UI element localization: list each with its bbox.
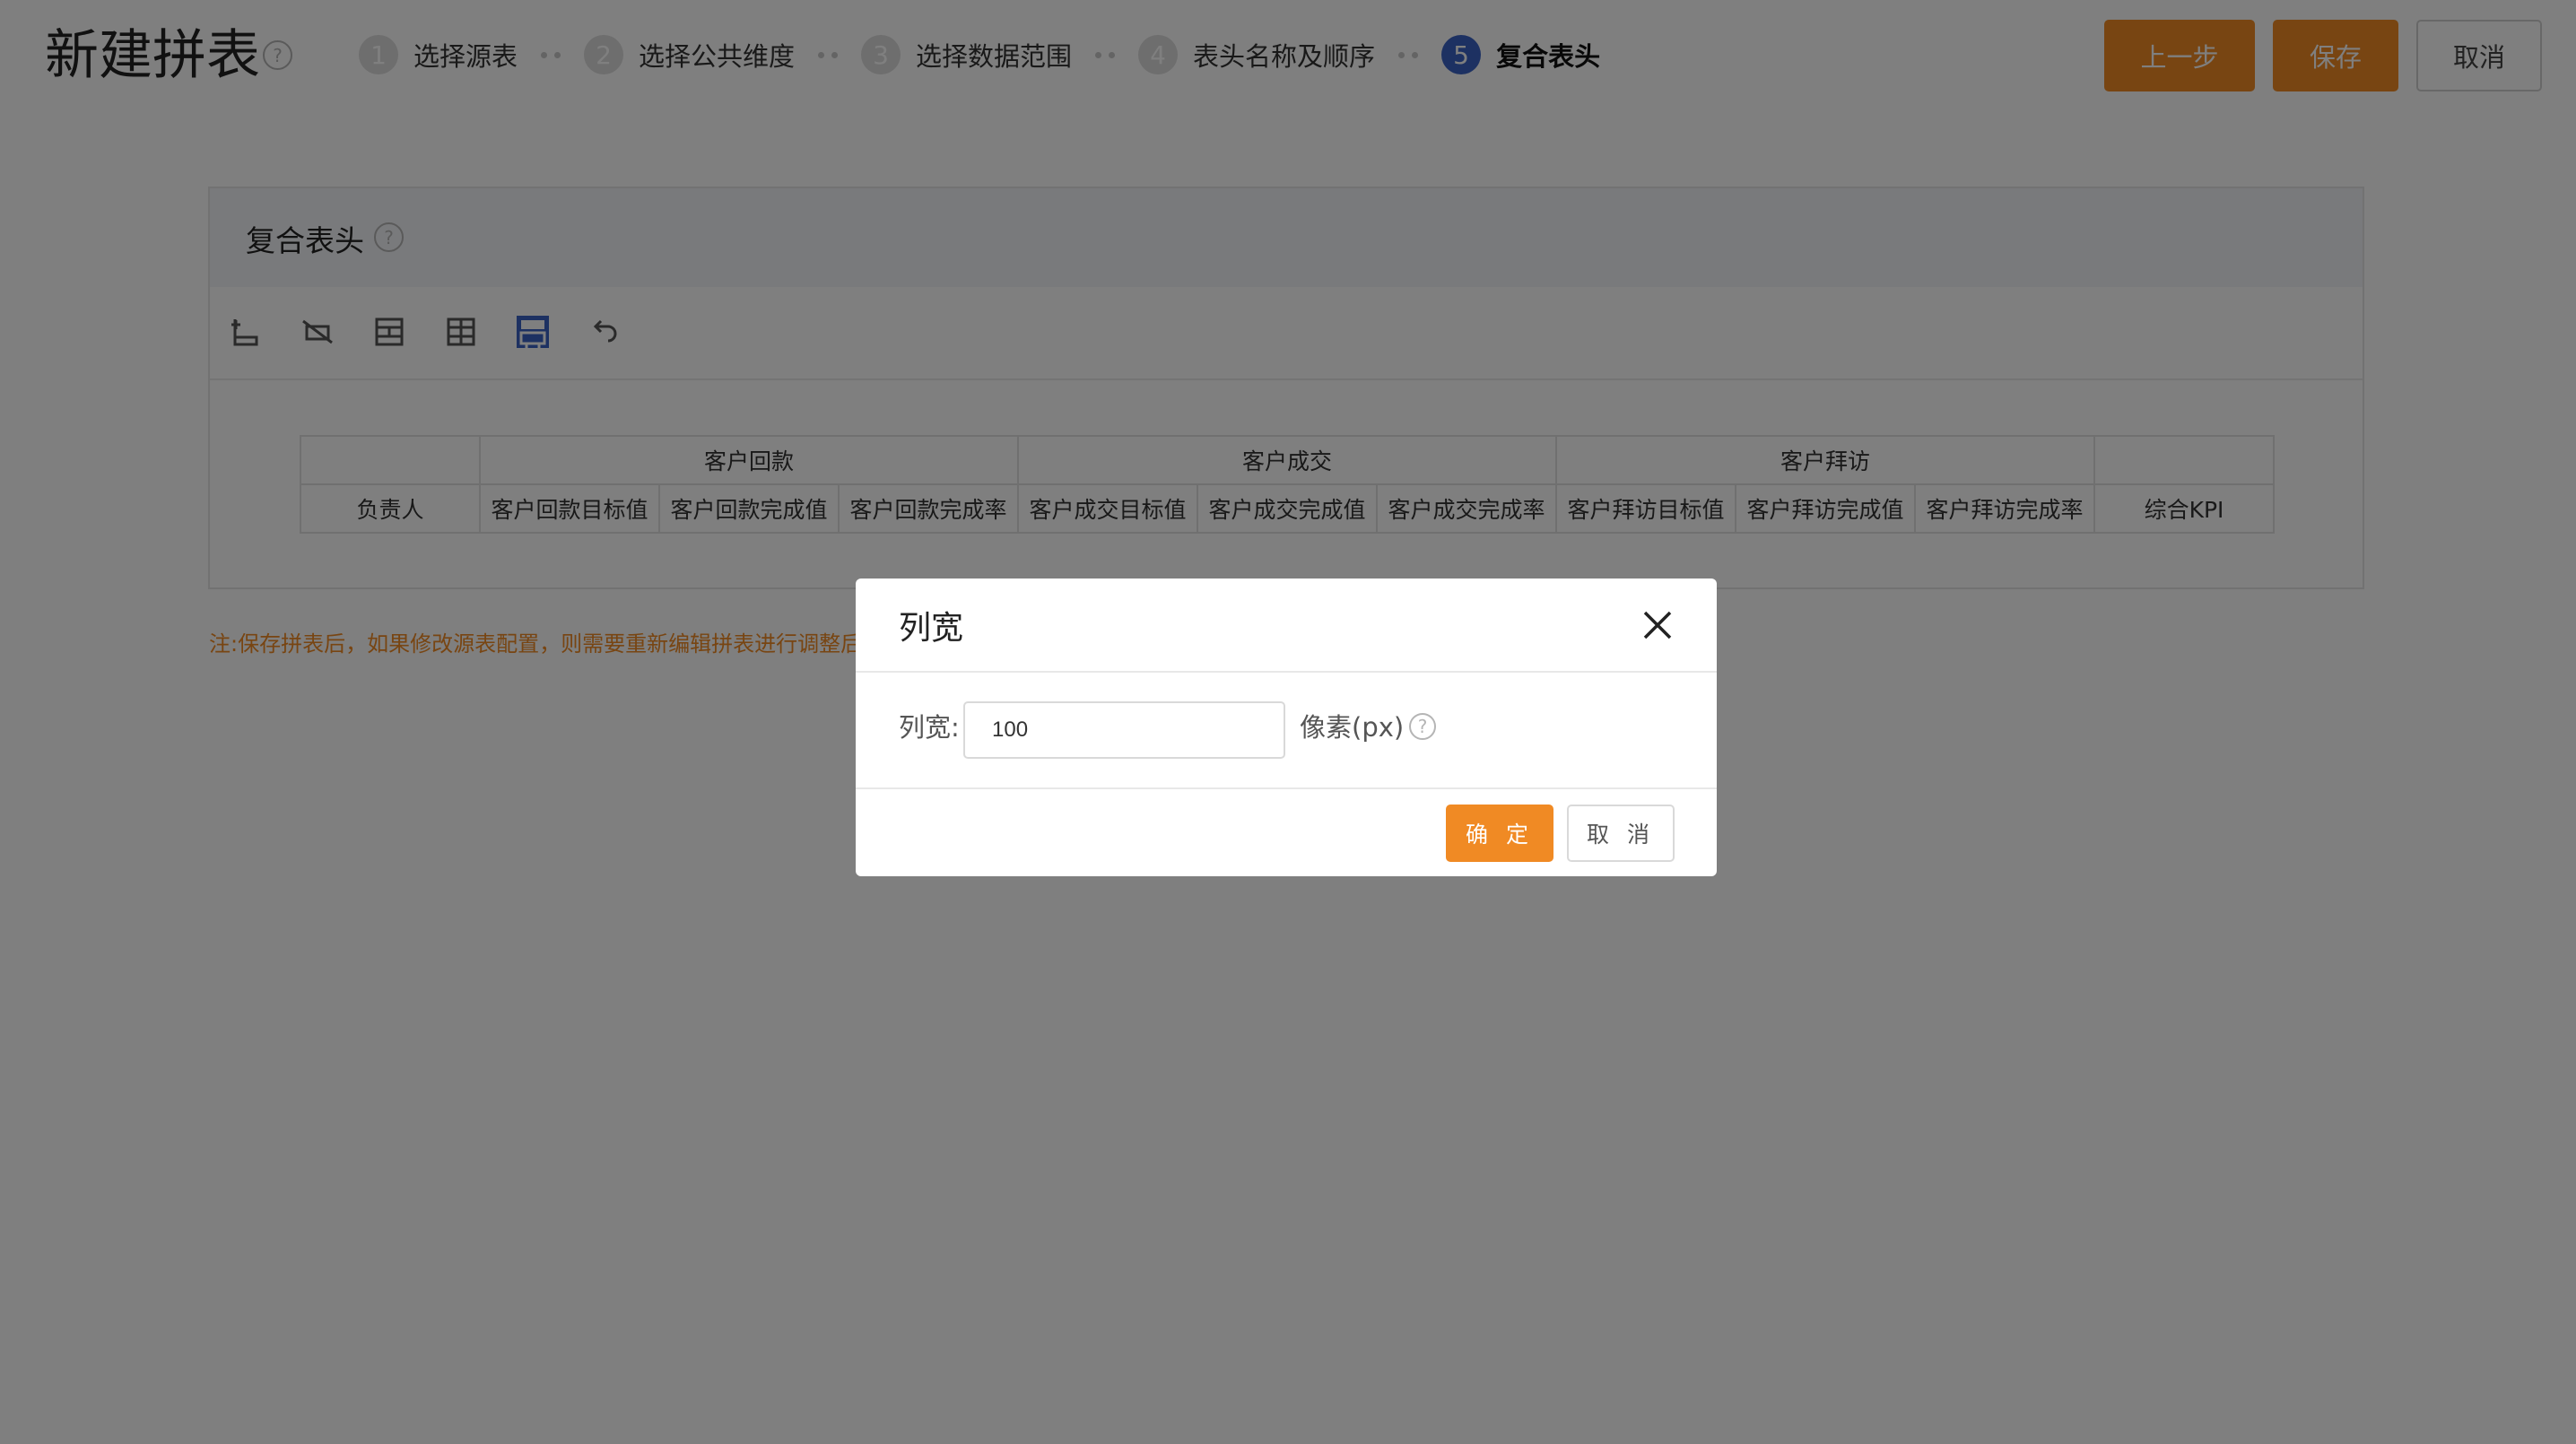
dialog-body: 列宽: 像素(px) ? <box>856 673 1717 789</box>
dialog-header: 列宽 <box>856 578 1717 673</box>
column-width-label: 列宽: <box>899 712 960 743</box>
close-icon[interactable] <box>1638 605 1677 645</box>
column-width-dialog: 列宽 列宽: 像素(px) ? 确 定 取 消 <box>856 578 1717 876</box>
unit-label: 像素(px) <box>1300 712 1405 743</box>
dialog-title: 列宽 <box>899 610 964 647</box>
dialog-cancel-button[interactable]: 取 消 <box>1567 805 1675 862</box>
column-width-input[interactable] <box>963 701 1285 759</box>
confirm-button[interactable]: 确 定 <box>1446 805 1553 862</box>
help-icon[interactable]: ? <box>1409 713 1436 740</box>
